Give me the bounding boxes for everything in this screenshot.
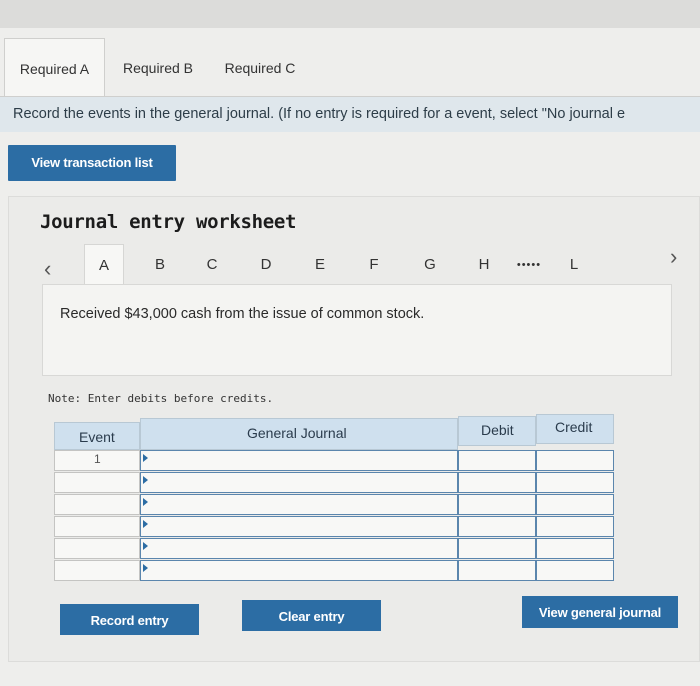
debit-input[interactable] — [458, 472, 536, 493]
account-select[interactable] — [140, 538, 458, 559]
table-row — [54, 494, 614, 515]
transaction-description-box — [42, 284, 672, 376]
step-tabs: A B C D E F G H ••••• L — [76, 244, 616, 286]
step-tab-h[interactable]: H — [464, 244, 504, 284]
account-select[interactable] — [140, 560, 458, 581]
tab-required-b[interactable]: Required B — [108, 38, 208, 96]
event-number: 1 — [94, 452, 101, 466]
credit-input[interactable] — [536, 516, 614, 537]
table-row — [54, 450, 614, 471]
step-tab-d[interactable]: D — [246, 244, 286, 284]
header-general-journal-label: General Journal — [247, 425, 347, 441]
debit-input[interactable] — [458, 560, 536, 581]
event-cell — [54, 494, 140, 515]
step-tab-g[interactable]: G — [410, 244, 450, 284]
event-cell — [54, 472, 140, 493]
account-select[interactable] — [140, 494, 458, 515]
step-tab-a[interactable]: A — [84, 244, 124, 286]
dropdown-marker-icon — [143, 520, 148, 528]
step-tab-f[interactable]: F — [354, 244, 394, 284]
dropdown-marker-icon — [143, 542, 148, 550]
top-strip — [0, 0, 700, 28]
step-tab-e[interactable]: E — [300, 244, 340, 284]
credit-input[interactable] — [536, 450, 614, 471]
credit-input[interactable] — [536, 472, 614, 493]
credit-input[interactable] — [536, 494, 614, 515]
header-credit: Credit — [536, 414, 614, 444]
header-event-label: Event — [79, 429, 115, 445]
view-general-journal-button[interactable]: View general journal — [522, 596, 678, 628]
step-tab-l[interactable]: L — [554, 244, 594, 284]
instruction-bar: Record the events in the general journal… — [0, 96, 700, 132]
clear-entry-button[interactable]: Clear entry — [242, 600, 381, 631]
dropdown-marker-icon — [143, 564, 148, 572]
dropdown-marker-icon — [143, 498, 148, 506]
tab-required-a[interactable]: Required A — [4, 38, 105, 96]
worksheet-title: Journal entry worksheet — [40, 211, 297, 233]
dropdown-marker-icon — [143, 476, 148, 484]
account-select[interactable] — [140, 472, 458, 493]
required-tabs: Required A Required B Required C — [4, 38, 700, 96]
step-tab-b[interactable]: B — [140, 244, 180, 284]
event-cell — [54, 516, 140, 537]
tab-required-c[interactable]: Required C — [210, 38, 310, 96]
debit-input[interactable] — [458, 450, 536, 471]
table-row — [54, 560, 614, 581]
header-general-journal: General Journal — [140, 418, 458, 450]
header-debit-label: Debit — [481, 422, 514, 438]
header-event: Event — [54, 422, 140, 450]
header-debit: Debit — [458, 416, 536, 446]
table-row — [54, 538, 614, 559]
dropdown-marker-icon — [143, 454, 148, 462]
header-credit-label: Credit — [555, 419, 593, 435]
transaction-description: Received $43,000 cash from the issue of … — [60, 306, 425, 322]
chevron-right-icon[interactable]: › — [670, 244, 677, 270]
step-tab-c[interactable]: C — [192, 244, 232, 284]
view-transaction-list-button[interactable]: View transaction list — [8, 145, 176, 181]
table-row — [54, 472, 614, 493]
credit-input[interactable] — [536, 538, 614, 559]
event-cell — [54, 560, 140, 581]
table-row — [54, 516, 614, 537]
chevron-left-icon[interactable]: ‹ — [44, 256, 51, 282]
note-text: Note: Enter debits before credits. — [48, 392, 274, 405]
step-ellipsis: ••••• — [516, 259, 542, 271]
account-select[interactable] — [140, 450, 458, 471]
credit-input[interactable] — [536, 560, 614, 581]
debit-input[interactable] — [458, 516, 536, 537]
debit-input[interactable] — [458, 494, 536, 515]
debit-input[interactable] — [458, 538, 536, 559]
journal-table: Event General Journal Debit Credit — [54, 414, 614, 586]
event-cell — [54, 538, 140, 559]
record-entry-button[interactable]: Record entry — [60, 604, 199, 635]
account-select[interactable] — [140, 516, 458, 537]
